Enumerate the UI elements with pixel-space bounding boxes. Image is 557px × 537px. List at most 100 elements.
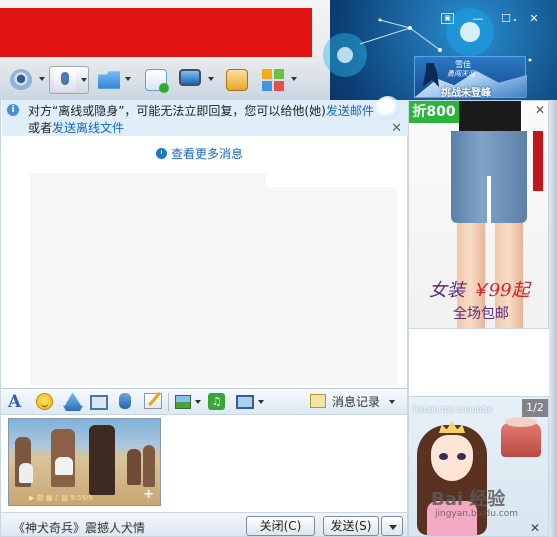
side-ad-bottom[interactable]: Retain the beautiful 1/2 Bai 经验 jingyan.… xyxy=(408,396,549,537)
close-ad-button[interactable]: ✕ xyxy=(530,521,540,535)
redacted-contact-name xyxy=(0,8,312,57)
notice-text: 对方“离线或隐身”，可能无法立即回复，您可以给他(她) xyxy=(28,104,326,118)
chevron-down-icon xyxy=(389,400,395,404)
ad-eye xyxy=(439,453,448,460)
view-more-messages-link[interactable]: 查看更多消息 xyxy=(156,145,243,162)
screenshot-icon[interactable] xyxy=(90,395,108,410)
info-icon: i xyxy=(7,104,19,116)
video-call-button[interactable] xyxy=(6,66,46,94)
ad-cartoon-girl xyxy=(417,419,487,536)
chat-history-pane[interactable]: i 对方“离线或隐身”，可能无法立即回复，您可以给他(她)发送邮件 或者发送离线… xyxy=(0,96,408,388)
message-history-button[interactable]: 消息记录 xyxy=(310,393,400,411)
clock-icon xyxy=(156,148,167,159)
skier-icon xyxy=(422,63,439,87)
close-window-button[interactable]: ✕ xyxy=(524,11,544,26)
message-history-label: 消息记录 xyxy=(332,395,381,409)
notice-line-2: 或者发送离线文件 xyxy=(28,119,124,136)
screen-capture-icon[interactable] xyxy=(236,395,254,409)
remote-assist-icon xyxy=(226,69,248,91)
message-icon xyxy=(145,69,169,93)
ad-bottom-tagline: Retain the beautiful xyxy=(413,405,493,414)
figure xyxy=(127,449,141,485)
doodle-icon[interactable] xyxy=(144,393,162,409)
input-toolbar: A ♫ 消息记录 xyxy=(0,388,408,415)
video-preview-thumbnail[interactable]: ▶ 刻 ▦ ♪ ▧ 9:59/9 + xyxy=(8,418,161,506)
baidu-watermark: Bai 经验 xyxy=(431,489,506,510)
brand-badge-line3: 挑战未登峰 xyxy=(441,88,491,99)
ad-top-category: 女装 xyxy=(429,280,465,301)
message-content-area xyxy=(30,173,397,385)
decorative-bubble xyxy=(375,96,401,122)
chevron-down-icon xyxy=(389,525,397,530)
chat-window: ▣ — ☐ ✕ 雪佳 勇闯天涯 挑战未登峰 i 对方“离线或隐身”，可能无法立即… xyxy=(0,0,557,537)
message-area-notch xyxy=(266,173,397,187)
chevron-down-icon xyxy=(291,77,297,81)
ad-top-headline: 女装 ￥99起 xyxy=(429,276,530,302)
close-ad-button[interactable]: ✕ xyxy=(535,103,545,117)
brand-badge-line2: 勇闯天涯 xyxy=(447,70,475,78)
notice-line-1: 对方“离线或隐身”，可能无法立即回复，您可以给他(她)发送邮件 xyxy=(28,102,374,119)
send-email-link[interactable]: 发送邮件 xyxy=(326,104,374,118)
figure xyxy=(19,463,33,483)
file-transfer-icon xyxy=(98,71,120,89)
file-transfer-button[interactable] xyxy=(94,66,132,94)
screen-share-icon xyxy=(179,69,201,86)
offline-notice-bar: i 对方“离线或隐身”，可能无法立即回复，您可以给他(她)发送邮件 或者发送离线… xyxy=(2,100,408,136)
ad-page-indicator[interactable]: 1/2 xyxy=(522,399,548,417)
send-image-icon[interactable] xyxy=(175,395,191,409)
ad-top-logo: 折800 xyxy=(409,101,459,123)
font-button[interactable]: A xyxy=(8,393,26,411)
close-notice-button[interactable]: ✕ xyxy=(391,121,402,136)
ad-top-subline: 全场包邮 xyxy=(453,306,509,322)
ad-torso xyxy=(459,101,521,131)
figure xyxy=(55,457,73,475)
chevron-down-icon[interactable] xyxy=(195,400,201,404)
message-input-area[interactable]: ▶ 刻 ▦ ♪ ▧ 9:59/9 + xyxy=(0,415,408,512)
cake-icon xyxy=(501,417,541,457)
window-header: ▣ — ☐ ✕ 雪佳 勇闯天涯 挑战未登峰 xyxy=(0,0,557,100)
crown-icon xyxy=(439,421,465,433)
promo-link[interactable]: 《神犬奇兵》震撼人犬情 xyxy=(13,519,145,536)
toolbar-divider xyxy=(168,393,169,411)
send-offline-file-link[interactable]: 发送离线文件 xyxy=(52,121,124,135)
voice-call-icon xyxy=(54,70,76,92)
maximize-button[interactable]: ☐ xyxy=(496,11,516,26)
view-more-messages-label: 查看更多消息 xyxy=(171,147,244,161)
figure xyxy=(89,425,115,495)
apps-button[interactable] xyxy=(258,66,298,94)
send-options-button[interactable] xyxy=(381,516,403,536)
ad-eye xyxy=(457,453,466,460)
chevron-down-icon xyxy=(125,77,131,81)
baidu-watermark-url: jingyan.baidu.com xyxy=(435,509,519,519)
ad-gap xyxy=(408,329,549,396)
chevron-down-icon[interactable] xyxy=(258,400,264,404)
figure xyxy=(143,445,155,487)
remote-assist-button[interactable] xyxy=(222,66,252,94)
apps-icon xyxy=(262,69,284,91)
ad-shorts xyxy=(451,131,527,223)
chevron-down-icon xyxy=(81,78,87,82)
screen-share-button[interactable] xyxy=(175,66,215,94)
minimize-button[interactable]: — xyxy=(468,11,488,26)
ad-top-price: ￥99起 xyxy=(470,280,530,301)
side-ad-top[interactable]: 折800 ✕ 女装 ￥99起 全场包邮 xyxy=(408,100,549,329)
close-button[interactable]: 关闭(C) xyxy=(246,516,315,536)
voice-message-icon[interactable] xyxy=(119,393,131,409)
skin-button[interactable]: ▣ xyxy=(441,13,454,24)
ad-face xyxy=(431,435,473,481)
chevron-down-icon xyxy=(208,77,214,81)
video-caption: ▶ 刻 ▦ ♪ ▧ 9:59/9 xyxy=(29,494,93,502)
send-button[interactable]: 发送(S) xyxy=(323,516,379,536)
expand-icon[interactable]: + xyxy=(143,487,154,502)
create-discussion-button[interactable] xyxy=(141,66,171,94)
voice-call-button[interactable] xyxy=(49,66,89,94)
emoji-icon[interactable] xyxy=(36,393,53,410)
window-right-edge xyxy=(549,100,557,537)
nudge-icon[interactable] xyxy=(63,393,83,411)
notice-text-or: 或者 xyxy=(28,121,53,135)
ad-side-graphic xyxy=(533,131,543,191)
brand-badge-ad[interactable]: 雪佳 勇闯天涯 挑战未登峰 xyxy=(414,56,527,99)
history-icon xyxy=(310,394,326,408)
music-icon[interactable]: ♫ xyxy=(208,393,225,410)
main-toolbar xyxy=(0,63,305,97)
